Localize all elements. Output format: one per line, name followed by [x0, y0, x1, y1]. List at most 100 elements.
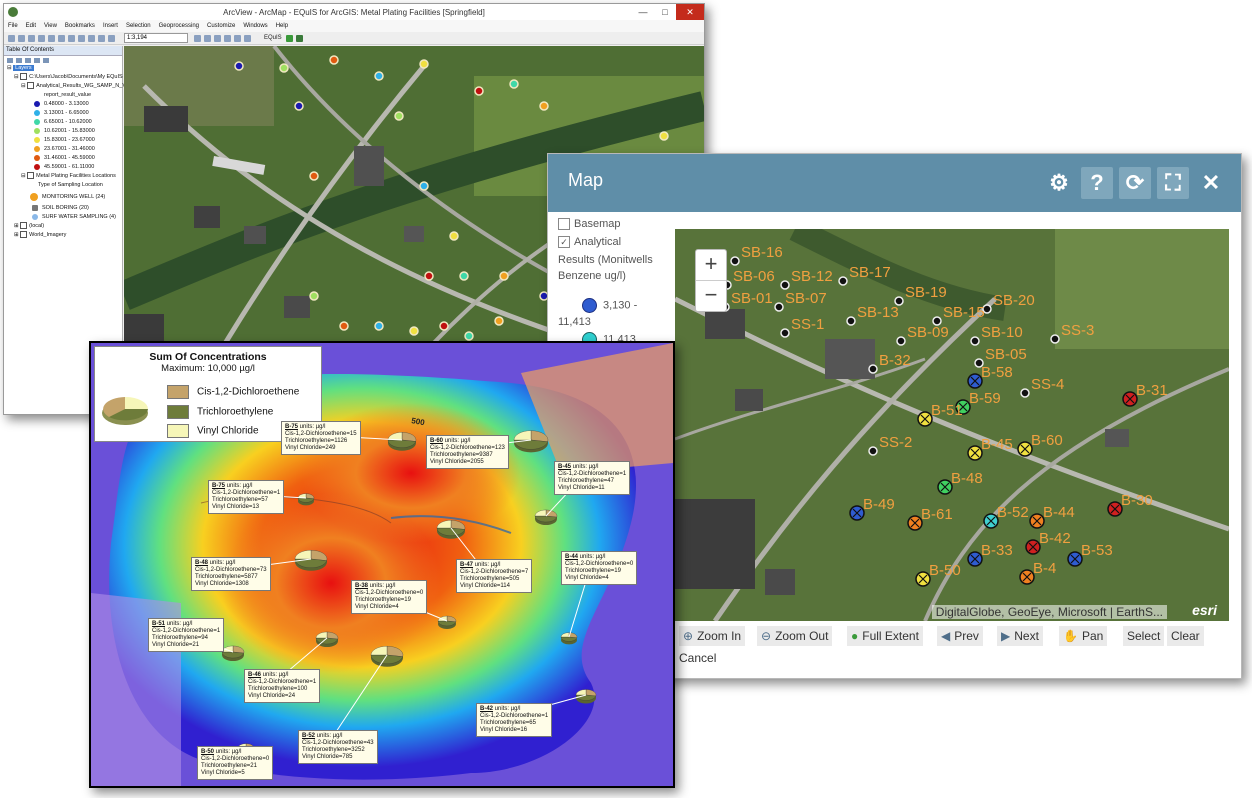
- cut-icon[interactable]: [48, 34, 55, 42]
- checkbox[interactable]: [558, 218, 570, 231]
- pan-button[interactable]: ✋ Pan: [1059, 626, 1108, 646]
- new-doc-icon[interactable]: [8, 34, 15, 42]
- open-icon[interactable]: [18, 34, 25, 42]
- sample-label: B-61: [921, 506, 953, 523]
- menu-selection[interactable]: Selection: [126, 23, 151, 29]
- class-range-label: 31.46001 - 45.59000: [44, 155, 95, 161]
- zoom-minus-button[interactable]: −: [696, 281, 726, 311]
- tce-value: Trichloroethylene=100: [248, 686, 308, 692]
- toc-analytical-layer[interactable]: ⊟ Analytical_Results_WG_SAMP_N_Va: [4, 82, 129, 91]
- editor-icon[interactable]: [194, 34, 201, 42]
- list-by-selection-icon[interactable]: [34, 57, 40, 63]
- locations-layer-label: Metal Plating Facilities Locations: [36, 173, 116, 179]
- toc-path[interactable]: ⊟ C:\Users\Jacob\Documents\My EQuIS: [4, 73, 123, 82]
- menu-insert[interactable]: Insert: [103, 23, 118, 29]
- print-icon[interactable]: [38, 34, 45, 42]
- sample-label: SS-2: [879, 434, 912, 451]
- sample-marker: [780, 280, 790, 290]
- zoom-plus-button[interactable]: +: [696, 250, 726, 281]
- units-label: units: µg/l: [578, 554, 606, 560]
- layers-label[interactable]: Layers: [13, 65, 34, 71]
- sample-marker: [1020, 388, 1030, 398]
- model-builder-icon[interactable]: [244, 34, 251, 42]
- checkbox[interactable]: [20, 73, 28, 81]
- select-button[interactable]: Select: [1123, 626, 1165, 646]
- toc-local-layer[interactable]: ⊞ (local): [4, 222, 122, 231]
- menu-geoprocessing[interactable]: Geoprocessing: [159, 23, 199, 29]
- copy-icon[interactable]: [58, 34, 65, 42]
- search-icon[interactable]: [214, 34, 221, 42]
- menu-view[interactable]: View: [44, 23, 57, 29]
- menu-file[interactable]: File: [8, 23, 18, 29]
- sample-label-box: B-48 units: µg/l Cis-1,2-Dichloroethene=7…: [191, 557, 271, 591]
- window-close-button[interactable]: ✕: [676, 4, 704, 20]
- toc-world-imagery[interactable]: ⊞ World_Imagery: [4, 231, 122, 240]
- class-swatch-icon: [34, 145, 40, 152]
- units-label: units: µg/l: [473, 562, 501, 568]
- class-range-label: 45.59001 - 61.11000: [44, 164, 95, 170]
- globe-icon: ●: [851, 629, 859, 643]
- checkbox[interactable]: ✓: [558, 236, 570, 249]
- menu-bookmarks[interactable]: Bookmarks: [65, 23, 95, 29]
- arctoolbox-icon[interactable]: [224, 34, 231, 42]
- map-widget-map[interactable]: SB-16 SB-06 SB-12 SB-17 SB-01 SB-07 SB-19 SB-20…: [675, 229, 1229, 621]
- zoom-out-button[interactable]: ⊖ Zoom Out: [757, 626, 833, 646]
- clear-button[interactable]: Clear: [1167, 626, 1204, 646]
- maximize-button[interactable]: □: [654, 4, 676, 20]
- redo-icon[interactable]: [98, 34, 105, 42]
- menu-help[interactable]: Help: [276, 23, 288, 29]
- checkbox[interactable]: [20, 222, 28, 230]
- cancel-button[interactable]: Cancel: [675, 648, 720, 668]
- checkbox[interactable]: [27, 172, 35, 180]
- fullscreen-icon[interactable]: ⛶: [1157, 167, 1189, 199]
- equis-shield-icon[interactable]: [295, 34, 303, 42]
- save-icon[interactable]: [28, 34, 35, 42]
- list-by-source-icon[interactable]: [16, 57, 22, 63]
- add-data-icon[interactable]: [108, 34, 115, 42]
- class-range-label: 23.67001 - 31.46000: [44, 146, 95, 152]
- refresh-icon[interactable]: ⟳: [1119, 167, 1151, 199]
- sample-label: B-49: [863, 496, 895, 513]
- list-by-drawing-order-icon[interactable]: [7, 57, 13, 63]
- next-button[interactable]: ▶ Next: [997, 626, 1043, 646]
- toc-locations-layer[interactable]: ⊟ Metal Plating Facilities Locations: [4, 172, 122, 181]
- vc-value: Vinyl Chloride=1308: [195, 581, 249, 587]
- map-scale-combo[interactable]: 1:3,194: [124, 33, 188, 43]
- swatch-cis: [167, 385, 189, 399]
- gear-icon[interactable]: ⚙: [1043, 167, 1075, 199]
- sample-label: B-45: [981, 436, 1013, 453]
- vc-value: Vinyl Chloride=114: [460, 583, 510, 589]
- delete-icon[interactable]: [78, 34, 85, 42]
- menu-edit[interactable]: Edit: [26, 23, 36, 29]
- zoom-in-label: Zoom In: [697, 629, 742, 643]
- checkbox[interactable]: [20, 231, 28, 239]
- toc-header: Table Of Contents: [4, 46, 122, 56]
- close-icon[interactable]: ✕: [1195, 167, 1227, 199]
- toc-options-icon[interactable]: [43, 57, 49, 63]
- prev-button[interactable]: ◀ Prev: [937, 626, 983, 646]
- sample-point: [294, 101, 304, 111]
- legend-analytical[interactable]: ✓ Analytical: [558, 236, 621, 249]
- legend-basemap[interactable]: Basemap: [558, 218, 620, 231]
- vc-value: Vinyl Chloride=2055: [430, 459, 484, 465]
- swatch-vc: [167, 424, 189, 438]
- equis-toolbar-label[interactable]: EQuIS: [264, 35, 282, 41]
- map-widget-imagery: SB-16 SB-06 SB-12 SB-17 SB-01 SB-07 SB-19 SB-20…: [675, 229, 1229, 621]
- paste-icon[interactable]: [68, 34, 75, 42]
- menu-windows[interactable]: Windows: [243, 23, 267, 29]
- zoom-in-button[interactable]: ⊕ Zoom In: [679, 626, 746, 646]
- checkbox[interactable]: [27, 82, 35, 90]
- menu-customize[interactable]: Customize: [207, 23, 235, 29]
- toc-layers-root[interactable]: ⊟ Layers: [4, 64, 122, 73]
- full-extent-button[interactable]: ● Full Extent: [847, 626, 923, 646]
- python-icon[interactable]: [234, 34, 241, 42]
- help-icon[interactable]: ?: [1081, 167, 1113, 199]
- sample-label: SB-06: [733, 268, 775, 285]
- list-by-visibility-icon[interactable]: [25, 57, 31, 63]
- undo-icon[interactable]: [88, 34, 95, 42]
- minimize-button[interactable]: —: [632, 4, 654, 20]
- sample-point: [499, 271, 509, 281]
- catalog-icon[interactable]: [204, 34, 211, 42]
- equis-tool-icon[interactable]: [285, 34, 293, 42]
- cis-value: Cis-1,2-Dichloroethene=0: [201, 756, 270, 762]
